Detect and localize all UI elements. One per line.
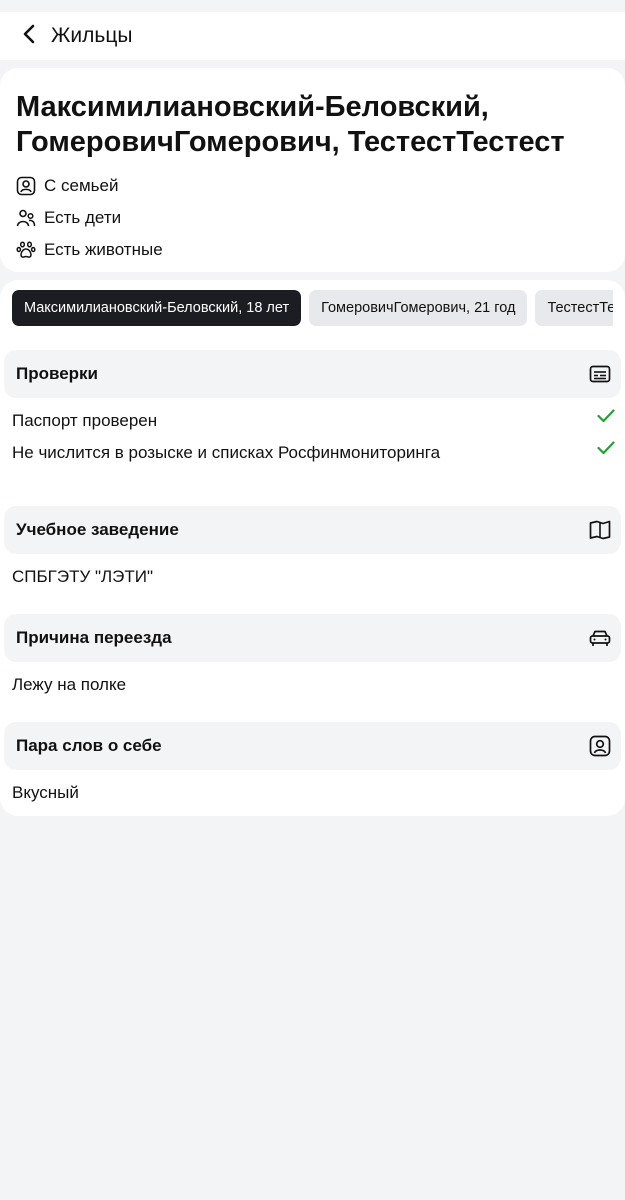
tab-resident-3[interactable]: ТестестТестест: [535, 290, 613, 326]
chevron-left-icon: [22, 24, 38, 49]
check-icon: [597, 440, 615, 460]
check-icon: [597, 408, 615, 428]
people-icon: [16, 208, 36, 228]
person-badge-icon: [588, 734, 612, 758]
section-title: Пара слов о себе: [16, 736, 162, 755]
trait-label: С семьей: [44, 176, 119, 195]
book-icon: [588, 518, 612, 542]
trait-label: Есть дети: [44, 208, 122, 227]
trait-label: Есть животные: [44, 240, 163, 259]
person-badge-icon: [16, 176, 36, 196]
resident-names: Максимилиановский-Беловский, ГомеровичГо…: [16, 90, 609, 160]
trait-children: Есть дети: [16, 202, 609, 234]
check-label: Не числится в розыске и списках Росфинмо…: [12, 443, 441, 462]
tab-resident-1[interactable]: Максимилиановский-Беловский, 18 лет: [12, 290, 302, 326]
about-section-header: Пара слов о себе: [4, 722, 621, 770]
resident-header-card: Максимилиановский-Беловский, ГомеровичГо…: [0, 68, 625, 272]
section-title: Проверки: [16, 364, 99, 383]
about-value: Вкусный: [12, 783, 79, 802]
back-button[interactable]: [10, 16, 50, 56]
check-row-passport: Паспорт проверен: [12, 405, 615, 437]
paw-icon: [16, 240, 36, 260]
resident-details-card: Максимилиановский-Беловский, 18 лет Гомер…: [0, 280, 625, 816]
names-line-2: ГомеровичГомерович, ТестестТестест: [16, 126, 565, 158]
checks-section-header: Проверки: [4, 350, 621, 398]
moving-value: Лежу на полке: [12, 675, 127, 694]
top-bar: Жильцы: [0, 12, 625, 60]
education-section-header: Учебное заведение: [4, 506, 621, 554]
trait-pets: Есть животные: [16, 234, 609, 266]
id-card-icon: [588, 362, 612, 386]
names-line-1: Максимилиановский-Беловский,: [16, 91, 489, 123]
trait-family: С семьей: [16, 170, 609, 202]
car-icon: [588, 626, 612, 650]
moving-section-header: Причина переезда: [4, 614, 621, 662]
check-row-wanted: Не числится в розыске и списках Росфинмо…: [12, 437, 615, 469]
education-value: СПБГЭТУ "ЛЭТИ": [12, 567, 154, 586]
resident-tabs: Максимилиановский-Беловский, 18 лет Гомер…: [12, 290, 613, 326]
tab-resident-2[interactable]: ГомеровичГомерович, 21 год: [309, 290, 528, 326]
traits-list: С семьей Есть дети Есть животные: [16, 170, 609, 266]
section-title: Причина переезда: [16, 628, 172, 647]
check-label: Паспорт проверен: [12, 411, 158, 430]
page-title: Жильцы: [51, 24, 133, 47]
section-title: Учебное заведение: [16, 520, 179, 539]
